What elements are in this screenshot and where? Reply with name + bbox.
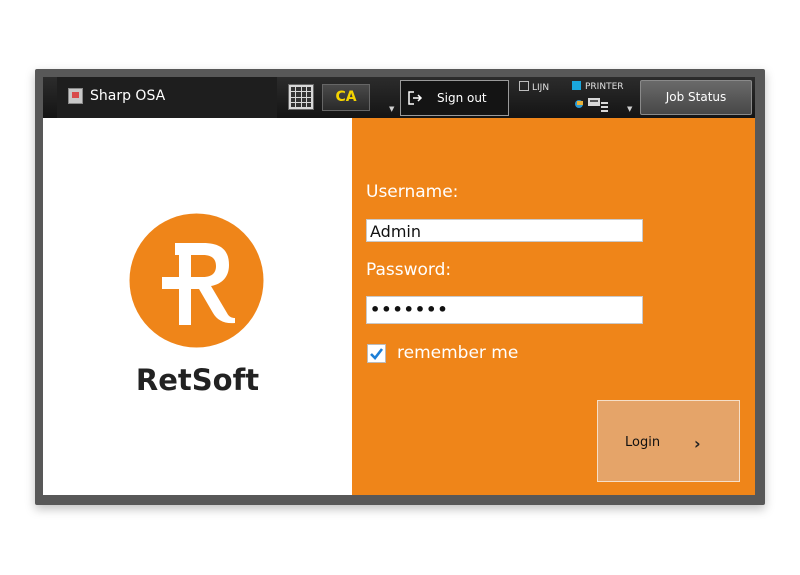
login-button-label: Login <box>625 435 661 450</box>
branding-panel: RetSoft <box>43 118 352 495</box>
sign-out-icon <box>408 91 423 105</box>
line-status-label: LIJN <box>532 83 550 93</box>
printer-status-label: PRINTER <box>585 82 624 92</box>
password-field[interactable]: ••••••• <box>366 296 643 324</box>
checkmark-icon <box>370 348 384 360</box>
job-status-button[interactable]: Job Status <box>640 80 752 115</box>
printer-status: PRINTER <box>572 81 624 92</box>
line-status: LIJN <box>519 81 549 93</box>
login-button[interactable]: Login › <box>597 400 740 482</box>
top-bar: Sharp OSA CA ▼ Sign out LIJN PRINTER ▼ J… <box>43 77 755 118</box>
login-panel: Username: Admin Password: ••••••• rememb… <box>352 118 755 495</box>
sign-out-button[interactable]: Sign out <box>400 80 509 116</box>
retsoft-logo-icon <box>129 213 264 348</box>
clear-all-button[interactable]: CA <box>322 84 370 111</box>
status-dropdown-caret-icon[interactable]: ▼ <box>627 105 632 113</box>
username-field[interactable]: Admin <box>366 219 643 242</box>
device-status-icons[interactable] <box>574 95 618 113</box>
printer-indicator-icon <box>572 81 581 90</box>
line-indicator-icon <box>519 81 529 91</box>
sign-out-label: Sign out <box>437 91 487 105</box>
brand-name: RetSoft <box>135 363 260 397</box>
username-label: Username: <box>366 182 459 202</box>
ca-dropdown-caret-icon[interactable]: ▼ <box>389 105 394 113</box>
app-title: Sharp OSA <box>90 88 166 104</box>
screen: Sharp OSA CA ▼ Sign out LIJN PRINTER ▼ J… <box>43 77 755 495</box>
chevron-right-icon: › <box>694 434 701 453</box>
password-label: Password: <box>366 260 452 280</box>
app-title-area: Sharp OSA <box>57 77 277 118</box>
remember-me-label: remember me <box>397 343 519 363</box>
keypad-icon[interactable] <box>288 84 314 110</box>
remember-me-checkbox[interactable] <box>367 344 386 363</box>
app-icon <box>68 88 83 104</box>
